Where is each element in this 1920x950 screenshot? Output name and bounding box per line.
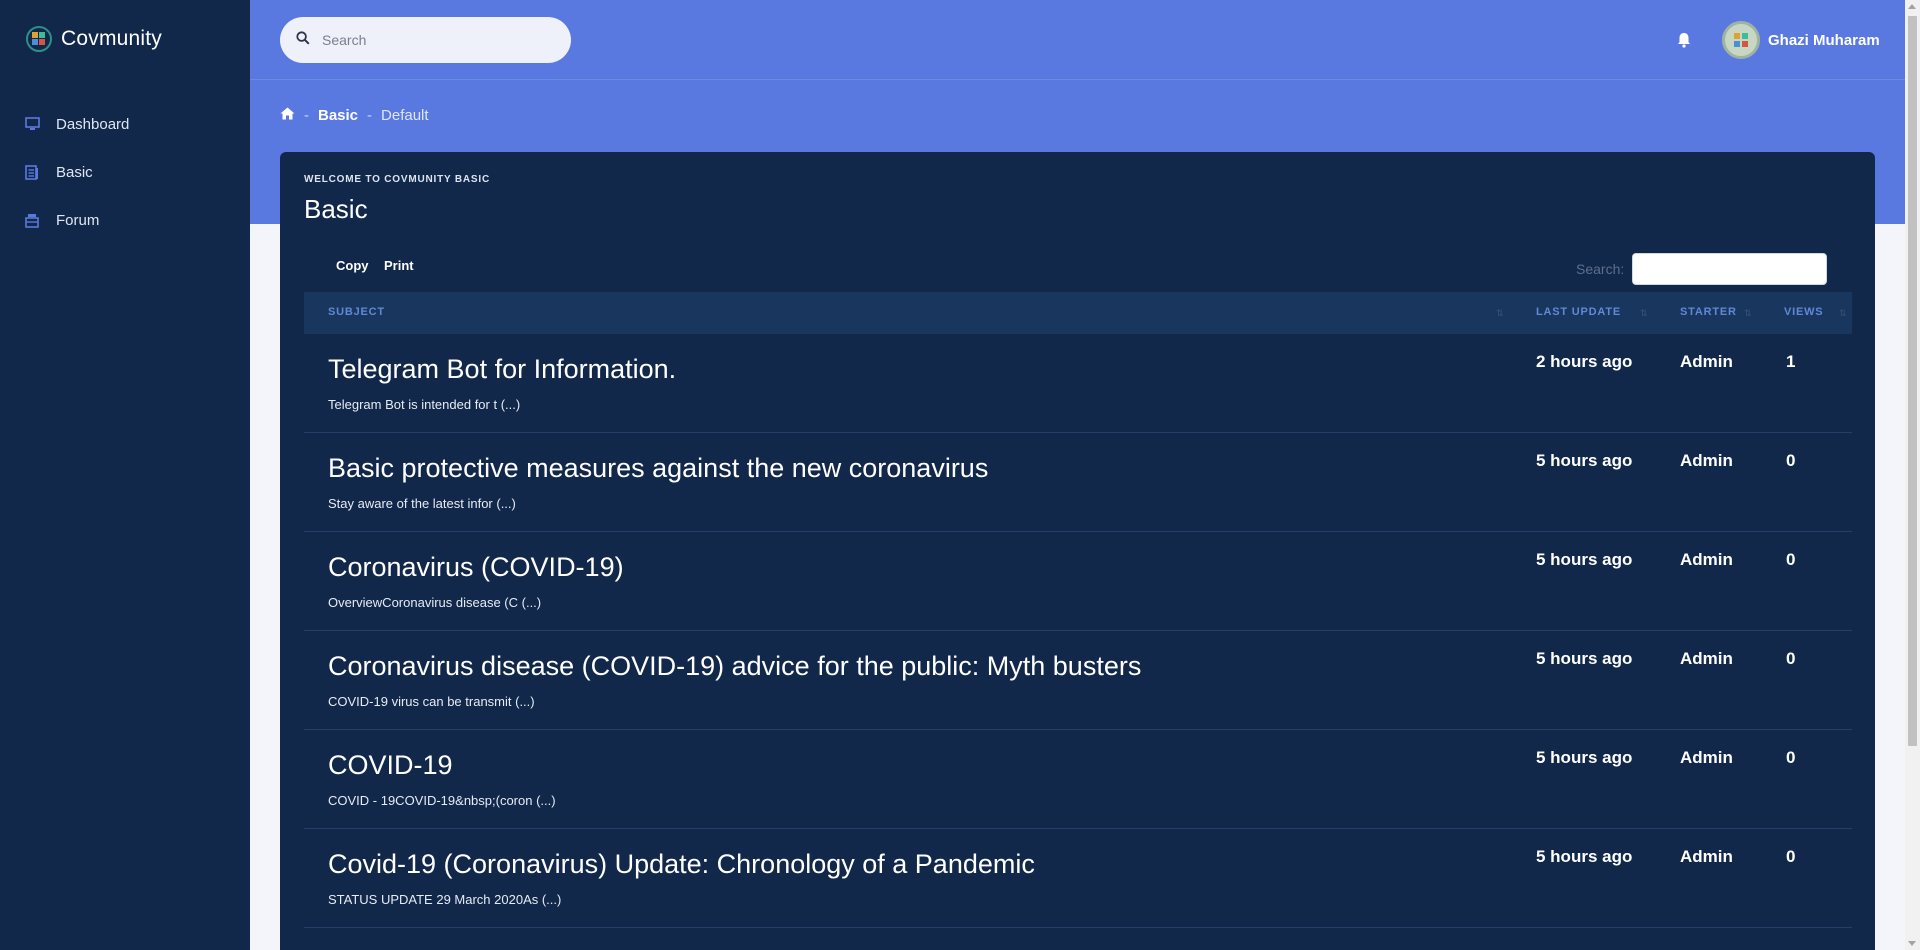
breadcrumb-separator: - — [367, 107, 373, 124]
monitor-icon — [24, 116, 40, 132]
card-subtitle: WELCOME TO COVMUNITY BASIC — [304, 174, 490, 185]
topic-snippet: STATUS UPDATE 29 March 2020As (...) — [328, 892, 562, 907]
table-header: SUBJECT ⇅ LAST UPDATE ⇅ STARTER ⇅ VIEWS … — [304, 292, 1852, 334]
table-search-label: Search: — [1576, 261, 1625, 277]
table-row[interactable]: Coronavirus (COVID-19) OverviewCoronavir… — [304, 532, 1852, 631]
topic-views: 1 — [1786, 352, 1796, 371]
sidebar-item-forum[interactable]: Forum — [0, 196, 250, 244]
table-row[interactable]: Telegram Bot for Information. Telegram B… — [304, 334, 1852, 433]
sidebar-item-basic[interactable]: Basic — [0, 148, 250, 196]
print-button[interactable]: Print — [384, 258, 414, 273]
topic-snippet: Telegram Bot is intended for t (...) — [328, 397, 521, 412]
sidebar-item-label: Basic — [56, 163, 93, 181]
breadcrumb-basic[interactable]: Basic — [318, 107, 358, 124]
topic-starter: Admin — [1680, 550, 1733, 569]
sort-icon: ⇅ — [1839, 308, 1847, 318]
breadcrumb-default: Default — [381, 107, 429, 124]
topic-last-update: 5 hours ago — [1536, 550, 1633, 569]
topic-views: 0 — [1786, 451, 1796, 470]
column-last-update[interactable]: LAST UPDATE — [1536, 306, 1621, 318]
scroll-up-arrow-icon[interactable] — [1908, 4, 1916, 9]
sort-icon: ⇅ — [1640, 308, 1648, 318]
app-name: Covmunity — [61, 27, 162, 50]
sidebar: Covmunity Dashboard Basic Forum — [0, 0, 250, 950]
topic-snippet: COVID - 19COVID-19&nbsp;(coron (...) — [328, 793, 556, 808]
column-starter[interactable]: STARTER — [1680, 306, 1737, 318]
sidebar-item-dashboard[interactable]: Dashboard — [0, 100, 250, 148]
sidebar-nav: Dashboard Basic Forum — [0, 100, 250, 244]
topic-views: 0 — [1786, 748, 1796, 767]
topic-views: 0 — [1786, 550, 1796, 569]
home-icon[interactable] — [280, 107, 295, 124]
topic-views: 0 — [1786, 847, 1796, 866]
top-bar: Ghazi Muharam — [250, 0, 1920, 80]
topic-last-update: 5 hours ago — [1536, 847, 1633, 866]
user-name: Ghazi Muharam — [1768, 31, 1880, 49]
table-search-input[interactable] — [1632, 253, 1827, 285]
topic-snippet: COVID-19 virus can be transmit (...) — [328, 694, 535, 709]
topic-starter: Admin — [1680, 748, 1733, 767]
scroll-thumb[interactable] — [1908, 16, 1917, 746]
logo-icon — [26, 26, 52, 52]
topics-table: SUBJECT ⇅ LAST UPDATE ⇅ STARTER ⇅ VIEWS … — [304, 292, 1852, 928]
column-subject[interactable]: SUBJECT — [328, 306, 385, 318]
sort-icon: ⇅ — [1744, 308, 1752, 318]
column-views[interactable]: VIEWS — [1784, 306, 1823, 318]
avatar — [1722, 21, 1760, 59]
search-input[interactable] — [322, 32, 542, 48]
scroll-down-arrow-icon[interactable] — [1908, 941, 1916, 946]
user-menu[interactable]: Ghazi Muharam — [1722, 21, 1880, 59]
topic-title[interactable]: COVID-19 — [328, 750, 453, 781]
brand[interactable]: Covmunity — [0, 0, 250, 78]
sort-icon: ⇅ — [1496, 308, 1504, 318]
table-row[interactable]: COVID-19 COVID - 19COVID-19&nbsp;(coron … — [304, 730, 1852, 829]
topic-starter: Admin — [1680, 847, 1733, 866]
topic-title[interactable]: Coronavirus (COVID-19) — [328, 552, 624, 583]
table-row[interactable]: Coronavirus disease (COVID-19) advice fo… — [304, 631, 1852, 730]
copy-button[interactable]: Copy — [336, 258, 369, 273]
search-icon — [296, 30, 310, 50]
topic-last-update: 5 hours ago — [1536, 649, 1633, 668]
page-title: Basic — [304, 194, 368, 224]
topic-title[interactable]: Coronavirus disease (COVID-19) advice fo… — [328, 651, 1141, 682]
topic-snippet: OverviewCoronavirus disease (C (...) — [328, 595, 542, 610]
table-row[interactable]: Covid-19 (Coronavirus) Update: Chronolog… — [304, 829, 1852, 928]
breadcrumb-separator: - — [304, 107, 309, 124]
topic-title[interactable]: Basic protective measures against the ne… — [328, 453, 988, 484]
topic-snippet: Stay aware of the latest infor (...) — [328, 496, 516, 511]
topic-starter: Admin — [1680, 451, 1733, 470]
search-box[interactable] — [280, 17, 571, 63]
sidebar-item-label: Dashboard — [56, 115, 130, 133]
topic-views: 0 — [1786, 649, 1796, 668]
page-scrollbar[interactable] — [1905, 0, 1920, 950]
sidebar-item-label: Forum — [56, 211, 100, 229]
topic-last-update: 2 hours ago — [1536, 352, 1633, 371]
inbox-icon — [24, 212, 40, 228]
content-card: WELCOME TO COVMUNITY BASIC Basic Copy Pr… — [280, 152, 1875, 950]
topic-last-update: 5 hours ago — [1536, 748, 1633, 767]
topic-title[interactable]: Covid-19 (Coronavirus) Update: Chronolog… — [328, 849, 1035, 880]
bell-icon[interactable] — [1674, 30, 1694, 50]
document-icon — [24, 164, 40, 180]
topic-title[interactable]: Telegram Bot for Information. — [328, 354, 676, 385]
topic-last-update: 5 hours ago — [1536, 451, 1633, 470]
table-row[interactable]: Basic protective measures against the ne… — [304, 433, 1852, 532]
topic-starter: Admin — [1680, 649, 1733, 668]
topic-starter: Admin — [1680, 352, 1733, 371]
breadcrumb: - Basic - Default — [280, 107, 429, 124]
